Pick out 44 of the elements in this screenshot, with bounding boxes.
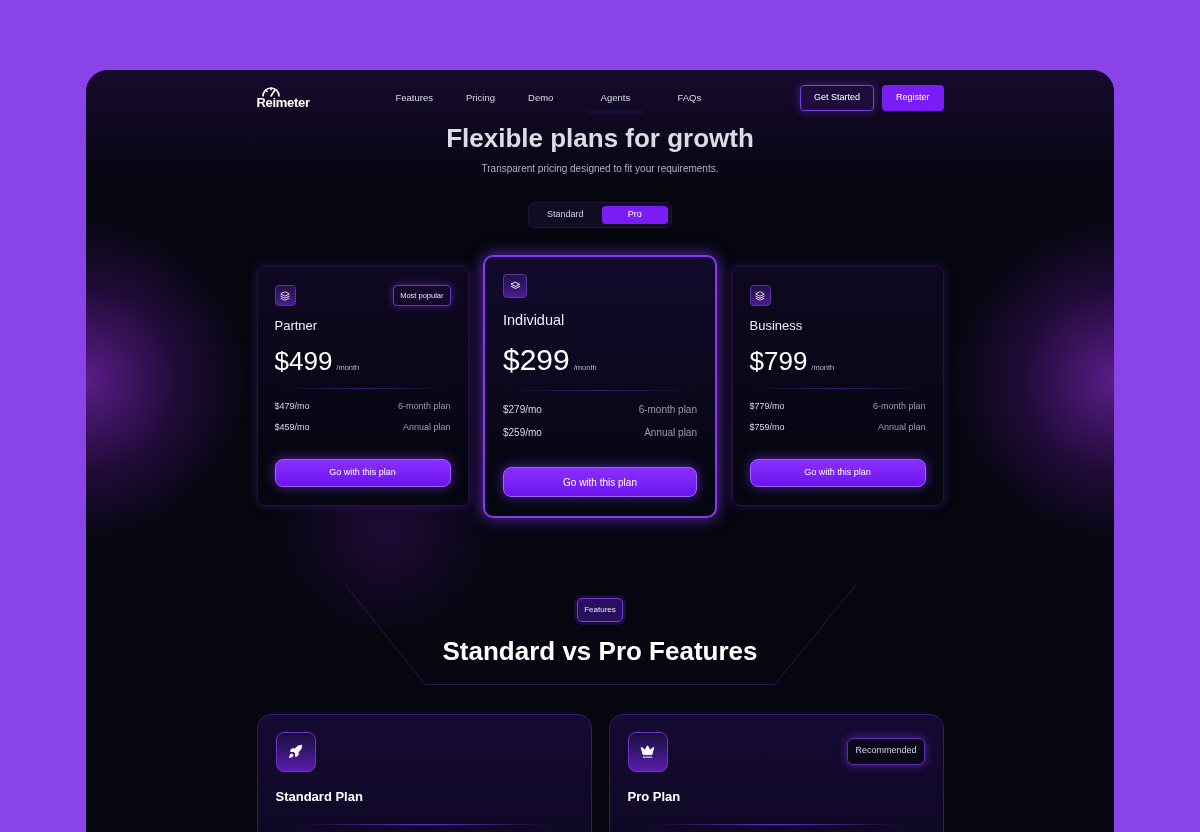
get-started-button[interactable]: Get Started	[799, 84, 874, 111]
toggle-option[interactable]: Standard	[532, 205, 599, 224]
option-term: 6-month plan	[397, 402, 451, 411]
nav-link[interactable]: FAQs	[677, 91, 702, 105]
layers-icon	[749, 285, 771, 306]
layers-icon	[503, 273, 527, 298]
choose-plan-button[interactable]: Go with this plan	[503, 467, 697, 497]
logo-text[interactable]: Reimeter	[256, 96, 310, 110]
option-price: $259/mo	[503, 428, 542, 438]
register-button[interactable]: Register	[882, 84, 944, 111]
crown-icon	[627, 731, 668, 772]
nav-link[interactable]: Demo	[528, 91, 554, 105]
plan-name: Partner	[274, 319, 319, 332]
option-term: Annual plan	[402, 423, 451, 432]
comparison-card-title: Pro Plan	[627, 789, 682, 803]
option-term: 6-month plan	[638, 405, 697, 415]
features-heading: Standard vs Pro Features	[442, 637, 758, 664]
section-badge: Features	[577, 597, 623, 622]
option-price: $279/mo	[503, 405, 542, 415]
option-term: Annual plan	[877, 423, 926, 432]
option-term: 6-month plan	[872, 402, 926, 411]
choose-plan-button[interactable]: Go with this plan	[274, 459, 451, 487]
option-price: $459/mo	[274, 423, 310, 432]
recommended-badge: Recommended	[847, 737, 925, 765]
pricing-heading: Flexible plans for growth	[445, 124, 755, 151]
plan-price: $299	[503, 345, 570, 375]
option-price: $479/mo	[274, 402, 310, 411]
rocket-icon	[275, 731, 316, 772]
option-price: $779/mo	[749, 402, 785, 411]
toggle-option[interactable]: Pro	[601, 205, 668, 224]
option-term: Annual plan	[644, 428, 697, 438]
choose-plan-button[interactable]: Go with this plan	[749, 459, 926, 487]
nav-link[interactable]: Agents	[600, 91, 631, 105]
plan-price: $499	[274, 348, 333, 374]
plan-name: Individual	[503, 312, 566, 327]
pricing-subtitle: Transparent pricing designed to fit your requirements.	[480, 163, 720, 174]
gauge-icon	[260, 86, 281, 98]
nav-link[interactable]: Features	[395, 91, 433, 105]
comparison-card-title: Standard Plan	[275, 789, 364, 803]
layers-icon	[274, 285, 296, 306]
option-price: $759/mo	[749, 423, 785, 432]
nav-link[interactable]: Pricing	[466, 91, 496, 105]
plan-price: $799	[749, 348, 808, 374]
plan-name: Business	[749, 319, 804, 332]
